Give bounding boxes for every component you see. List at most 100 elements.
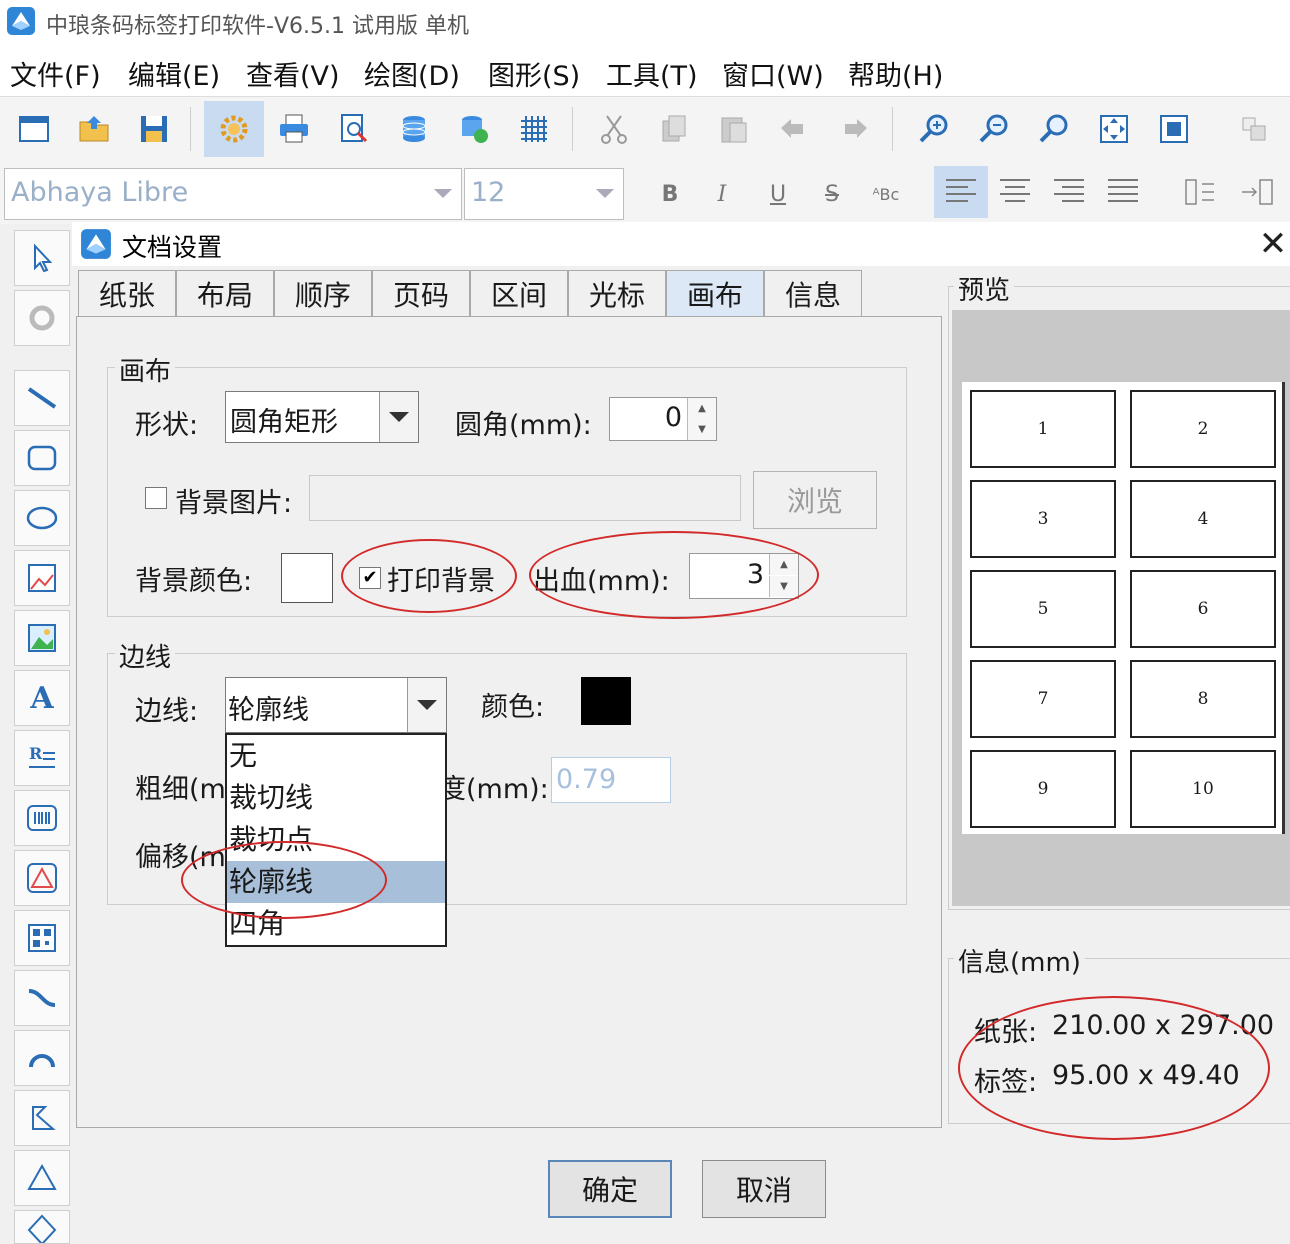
bleed-spinner[interactable]: 3 ▲ ▼ <box>689 553 799 599</box>
polygon-tool-icon[interactable] <box>14 1090 70 1146</box>
tab-canvas[interactable]: 画布 <box>666 270 764 316</box>
document-settings-icon[interactable] <box>204 101 264 157</box>
border-color-swatch[interactable] <box>581 677 631 725</box>
width-value: 0.79 <box>556 764 617 795</box>
bg-image-path-field[interactable] <box>309 475 741 521</box>
rich-text-tool-icon[interactable]: R <box>14 730 70 786</box>
border-dropdown[interactable]: 轮廓线 <box>225 677 447 733</box>
save-icon[interactable] <box>126 101 182 157</box>
tab-page-number[interactable]: 页码 <box>372 270 470 316</box>
align-center-button[interactable] <box>990 166 1040 218</box>
tab-cursor[interactable]: 光标 <box>568 270 666 316</box>
text-tool-icon[interactable]: A <box>14 670 70 726</box>
italic-button[interactable]: I <box>700 176 744 212</box>
close-icon[interactable]: ✕ <box>1258 224 1288 264</box>
fit-page-icon[interactable] <box>1086 101 1142 157</box>
menu-help[interactable]: 帮助(H) <box>848 54 943 93</box>
tab-range[interactable]: 区间 <box>470 270 568 316</box>
print-bg-checkbox[interactable]: ✔ <box>359 567 381 589</box>
border-option-none[interactable]: 无 <box>227 735 445 777</box>
tab-layout[interactable]: 布局 <box>176 270 274 316</box>
rounded-rect-tool-icon[interactable] <box>14 430 70 486</box>
spin-up-icon[interactable]: ▲ <box>687 398 716 419</box>
font-size-combo[interactable]: 12 <box>464 168 624 220</box>
bg-color-swatch[interactable] <box>281 553 333 603</box>
rotate-icon[interactable] <box>14 290 70 346</box>
diamond-tool-icon[interactable] <box>14 1210 70 1244</box>
menu-edit[interactable]: 编辑(E) <box>128 54 220 93</box>
ok-button[interactable]: 确定 <box>548 1160 672 1218</box>
barcode-tool-icon[interactable] <box>14 790 70 846</box>
shape-tool-icon[interactable] <box>14 850 70 906</box>
triangle-tool-icon[interactable] <box>14 1150 70 1206</box>
chevron-down-icon[interactable] <box>425 169 461 217</box>
spin-down-icon[interactable]: ▼ <box>769 576 798 597</box>
align-left-button[interactable] <box>934 166 988 218</box>
ellipse-tool-icon[interactable] <box>14 490 70 546</box>
open-folder-icon[interactable] <box>66 101 122 157</box>
border-option-outline[interactable]: 轮廓线 <box>227 861 445 903</box>
image-tool-icon[interactable] <box>14 610 70 666</box>
border-dropdown-list: 无 裁切线 裁切点 轮廓线 四角 <box>225 733 447 947</box>
undo-icon[interactable] <box>766 101 822 157</box>
paste-icon[interactable] <box>706 101 762 157</box>
layers-icon[interactable] <box>1226 101 1282 157</box>
border-option-corners[interactable]: 四角 <box>227 903 445 945</box>
browse-button[interactable]: 浏览 <box>753 471 877 529</box>
new-document-icon[interactable] <box>6 101 62 157</box>
radius-label: 圆角(mm): <box>455 410 592 441</box>
grid-icon[interactable] <box>506 101 562 157</box>
print-preview-icon[interactable] <box>326 101 382 157</box>
strikethrough-button[interactable]: S <box>810 176 854 212</box>
text-case-button[interactable]: ᴬBc <box>864 176 908 212</box>
copy-icon[interactable] <box>646 101 702 157</box>
cancel-button[interactable]: 取消 <box>702 1160 826 1218</box>
actual-size-icon[interactable] <box>1146 101 1202 157</box>
line-tool-icon[interactable] <box>14 370 70 426</box>
chevron-down-icon[interactable] <box>379 392 418 442</box>
tab-order[interactable]: 顺序 <box>274 270 372 316</box>
arc-tool-icon[interactable] <box>14 1030 70 1086</box>
redo-icon[interactable] <box>826 101 882 157</box>
tool-palette: A R <box>0 224 73 1244</box>
menu-file[interactable]: 文件(F) <box>10 54 101 93</box>
cut-icon[interactable] <box>586 101 642 157</box>
font-name-combo[interactable]: Abhaya Libre <box>4 168 462 220</box>
border-option-cut-line[interactable]: 裁切线 <box>227 777 445 819</box>
spin-down-icon[interactable]: ▼ <box>687 419 716 440</box>
shape-label: 形状: <box>135 410 199 441</box>
database-settings-icon[interactable] <box>446 101 502 157</box>
menu-tools[interactable]: 工具(T) <box>606 54 698 93</box>
menu-window[interactable]: 窗口(W) <box>722 54 824 93</box>
border-option-cut-point[interactable]: 裁切点 <box>227 819 445 861</box>
qrcode-tool-icon[interactable] <box>14 910 70 966</box>
width-field[interactable]: 0.79 <box>551 757 671 803</box>
menu-view[interactable]: 查看(V) <box>246 54 340 93</box>
menu-draw[interactable]: 绘图(D) <box>364 54 460 93</box>
align-justify-button[interactable] <box>1098 166 1148 218</box>
print-icon[interactable] <box>266 101 322 157</box>
image-edit-tool-icon[interactable] <box>14 550 70 606</box>
shape-dropdown[interactable]: 圆角矩形 <box>225 391 419 443</box>
tab-paper[interactable]: 纸张 <box>78 270 176 316</box>
bg-image-checkbox[interactable] <box>145 487 167 509</box>
zoom-out-icon[interactable] <box>966 101 1022 157</box>
align-right-button[interactable] <box>1044 166 1094 218</box>
tab-info[interactable]: 信息 <box>764 270 862 316</box>
chevron-down-icon[interactable] <box>587 169 623 217</box>
menu-shape[interactable]: 图形(S) <box>488 54 580 93</box>
underline-button[interactable]: U <box>756 176 800 212</box>
database-icon[interactable] <box>386 101 442 157</box>
chevron-down-icon[interactable] <box>407 678 446 732</box>
spin-up-icon[interactable]: ▲ <box>769 554 798 575</box>
curve-tool-icon[interactable] <box>14 970 70 1026</box>
text-direction-icon[interactable] <box>1178 170 1222 214</box>
zoom-icon[interactable] <box>1026 101 1082 157</box>
radius-spinner[interactable]: 0 ▲ ▼ <box>609 397 717 441</box>
zoom-in-icon[interactable] <box>906 101 962 157</box>
border-label: 边线: <box>135 696 199 727</box>
preview-label-cell: 5 <box>970 570 1116 648</box>
text-spacing-icon[interactable] <box>1236 170 1280 214</box>
select-arrow-icon[interactable] <box>14 230 70 286</box>
bold-button[interactable]: B <box>648 176 692 212</box>
